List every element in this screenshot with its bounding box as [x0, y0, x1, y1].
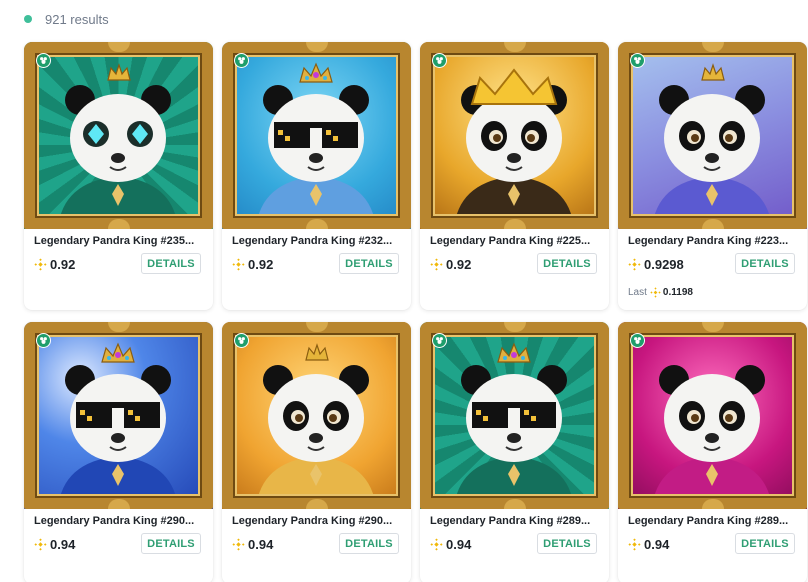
collection-badge-icon — [234, 333, 249, 348]
details-button[interactable]: DETAILS — [735, 533, 795, 554]
bnb-coin-icon — [34, 258, 47, 271]
results-summary: 921 results — [24, 10, 109, 28]
nft-card[interactable]: Legendary Pandra King #223... 0.9298 DETAI… — [618, 42, 807, 310]
price-value: 0.92 — [446, 257, 472, 272]
bnb-coin-icon — [430, 258, 443, 271]
nft-image[interactable] — [222, 42, 411, 229]
nft-name[interactable]: Legendary Pandra King #290... — [34, 515, 204, 527]
bnb-coin-icon — [650, 287, 661, 298]
nft-card[interactable]: Legendary Pandra King #290... 0.94 DETAILS — [24, 322, 213, 582]
price-value: 0.92 — [248, 257, 274, 272]
nft-name[interactable]: Legendary Pandra King #232... — [232, 235, 402, 247]
nft-name[interactable]: Legendary Pandra King #290... — [232, 515, 402, 527]
status-dot-icon — [24, 15, 32, 23]
nft-card[interactable]: Legendary Pandra King #225... 0.92 DETAILS — [420, 42, 609, 310]
panda-artwork — [454, 342, 574, 509]
nft-name[interactable]: Legendary Pandra King #289... — [430, 515, 600, 527]
details-button[interactable]: DETAILS — [141, 253, 201, 274]
crown-icon — [305, 343, 329, 361]
price-value: 0.94 — [248, 537, 274, 552]
crown-icon — [470, 68, 558, 105]
price-value: 0.94 — [446, 537, 472, 552]
last-sale-value: 0.1198 — [662, 287, 693, 298]
details-button[interactable]: DETAILS — [339, 533, 399, 554]
price: 0.92 — [232, 257, 273, 272]
panda-artwork — [652, 63, 772, 229]
price-value: 0.9298 — [644, 257, 684, 272]
nft-image[interactable] — [618, 322, 807, 509]
nft-image[interactable] — [24, 322, 213, 509]
details-button[interactable]: DETAILS — [537, 533, 597, 554]
crown-icon — [101, 342, 135, 363]
nft-name[interactable]: Legendary Pandra King #225... — [430, 235, 600, 247]
price-value: 0.94 — [644, 537, 670, 552]
nft-card[interactable]: Legendary Pandra King #289... 0.94 DETAILS — [618, 322, 807, 582]
nft-name[interactable]: Legendary Pandra King #235... — [34, 235, 204, 247]
panda-artwork — [652, 365, 772, 509]
crown-icon — [497, 342, 531, 363]
collection-badge-icon — [432, 333, 447, 348]
nft-card[interactable]: Legendary Pandra King #289... 0.94 DETAILS — [420, 322, 609, 582]
bnb-coin-icon — [232, 538, 245, 551]
nft-card[interactable]: Legendary Pandra King #290... 0.94 DETAILS — [222, 322, 411, 582]
collection-badge-icon — [630, 53, 645, 68]
last-sale: Last 0.1198 — [628, 287, 693, 298]
price-value: 0.92 — [50, 257, 76, 272]
panda-artwork — [58, 63, 178, 229]
details-button[interactable]: DETAILS — [537, 253, 597, 274]
panda-artwork — [256, 343, 376, 509]
price: 0.94 — [628, 537, 669, 552]
details-button[interactable]: DETAILS — [735, 253, 795, 274]
collection-badge-icon — [432, 53, 447, 68]
price: 0.94 — [232, 537, 273, 552]
nft-card[interactable]: Legendary Pandra King #232... 0.92 DETAILS — [222, 42, 411, 310]
results-count: 921 results — [45, 11, 109, 27]
price: 0.94 — [34, 537, 75, 552]
bnb-coin-icon — [232, 258, 245, 271]
details-button[interactable]: DETAILS — [141, 533, 201, 554]
details-button[interactable]: DETAILS — [339, 253, 399, 274]
bnb-coin-icon — [430, 538, 443, 551]
collection-badge-icon — [630, 333, 645, 348]
collection-badge-icon — [36, 53, 51, 68]
nft-image[interactable] — [618, 42, 807, 229]
nft-name[interactable]: Legendary Pandra King #289... — [628, 515, 798, 527]
nft-card[interactable]: Legendary Pandra King #235... 0.92 DETAILS — [24, 42, 213, 310]
price: 0.94 — [430, 537, 471, 552]
price: 0.9298 — [628, 257, 684, 272]
panda-artwork — [58, 342, 178, 509]
crown-icon — [701, 63, 725, 81]
bnb-coin-icon — [34, 538, 47, 551]
last-sale-label: Last — [628, 287, 647, 298]
panda-artwork — [454, 68, 574, 229]
collection-badge-icon — [234, 53, 249, 68]
bnb-coin-icon — [628, 258, 641, 271]
crown-icon — [107, 63, 131, 81]
nft-name[interactable]: Legendary Pandra King #223... — [628, 235, 798, 247]
collection-badge-icon — [36, 333, 51, 348]
price: 0.92 — [430, 257, 471, 272]
nft-image[interactable] — [420, 42, 609, 229]
nft-image[interactable] — [24, 42, 213, 229]
crown-icon — [299, 62, 333, 83]
panda-artwork — [256, 62, 376, 229]
nft-image[interactable] — [420, 322, 609, 509]
price: 0.92 — [34, 257, 75, 272]
price-value: 0.94 — [50, 537, 76, 552]
bnb-coin-icon — [628, 538, 641, 551]
nft-image[interactable] — [222, 322, 411, 509]
